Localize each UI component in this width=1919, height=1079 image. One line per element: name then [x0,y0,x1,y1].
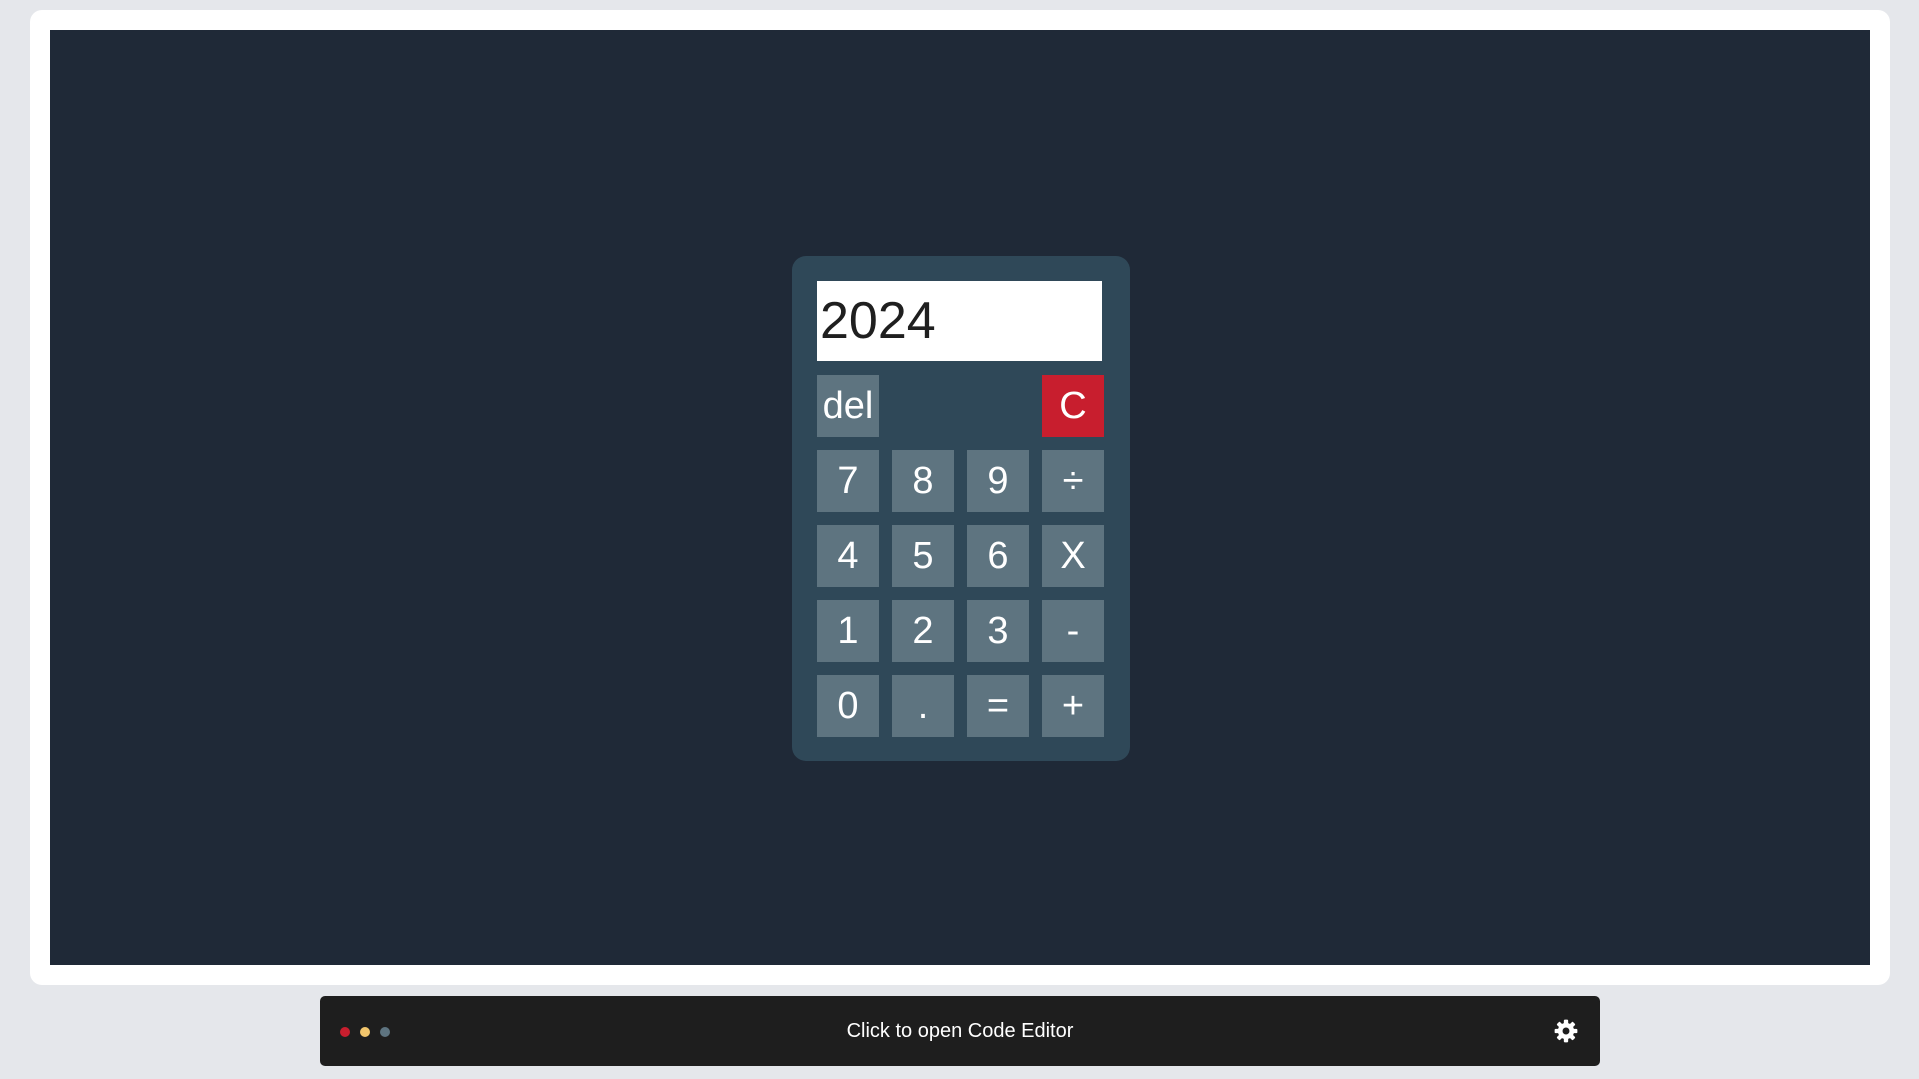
key-3-button[interactable]: 3 [967,600,1029,662]
divide-button[interactable]: ÷ [1042,450,1104,512]
key-0-button[interactable]: 0 [817,675,879,737]
key-5-button[interactable]: 5 [892,525,954,587]
calculator: 2024 del C 7 8 9 ÷ 4 5 6 X 1 2 3 - 0 . =… [792,256,1130,761]
key-7-button[interactable]: 7 [817,450,879,512]
gear-icon[interactable] [1553,1018,1579,1044]
decimal-button[interactable]: . [892,675,954,737]
preview-frame: 2024 del C 7 8 9 ÷ 4 5 6 X 1 2 3 - 0 . =… [30,10,1890,985]
open-code-editor-bar[interactable]: Click to open Code Editor [320,996,1600,1066]
key-2-button[interactable]: 2 [892,600,954,662]
calculator-display: 2024 [817,281,1102,361]
key-8-button[interactable]: 8 [892,450,954,512]
del-button[interactable]: del [817,375,879,437]
open-code-editor-label: Click to open Code Editor [846,1020,1074,1042]
multiply-button[interactable]: X [1042,525,1104,587]
preview-stage: 2024 del C 7 8 9 ÷ 4 5 6 X 1 2 3 - 0 . =… [50,30,1870,965]
add-button[interactable]: + [1042,675,1104,737]
subtract-button[interactable]: - [1042,600,1104,662]
key-9-button[interactable]: 9 [967,450,1029,512]
key-1-button[interactable]: 1 [817,600,879,662]
equals-button[interactable]: = [967,675,1029,737]
clear-button[interactable]: C [1042,375,1104,437]
key-4-button[interactable]: 4 [817,525,879,587]
key-6-button[interactable]: 6 [967,525,1029,587]
